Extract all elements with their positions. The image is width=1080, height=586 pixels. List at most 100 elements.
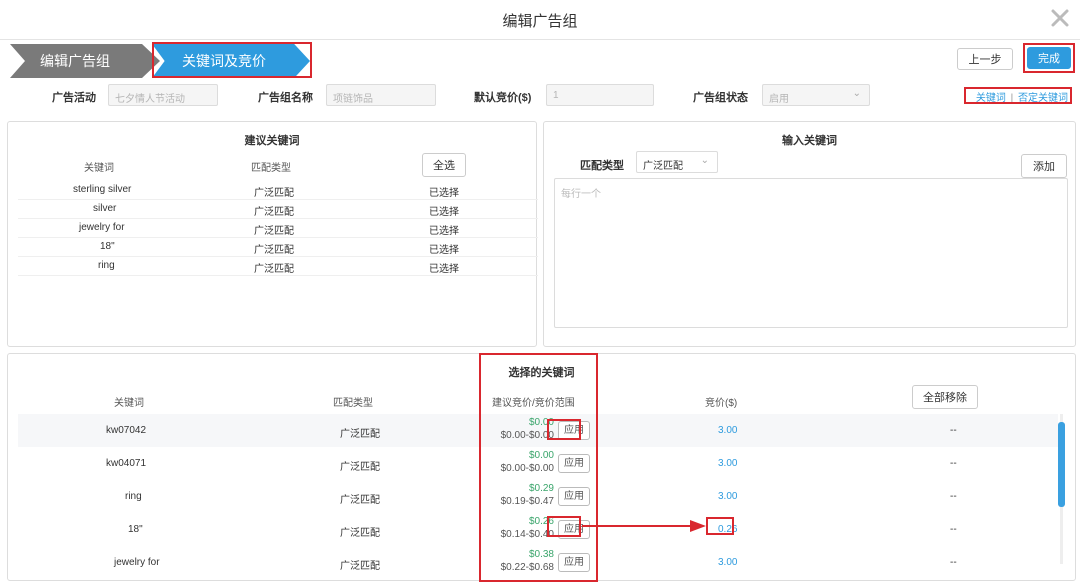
bid-range: $0.14-$0.40 — [500, 529, 554, 540]
table-row: 18" 广泛匹配 $0.26 $0.14-$0.40 应用 0.26 -- — [18, 513, 1058, 546]
row-action: -- — [950, 491, 957, 502]
add-button[interactable]: 添加 — [1021, 154, 1067, 178]
match-type: 广泛匹配 — [254, 226, 294, 237]
select-status[interactable]: 已选择 — [429, 222, 459, 237]
keyword: 18" — [100, 241, 115, 252]
select-status[interactable]: 已选择 — [429, 260, 459, 275]
row-action: -- — [950, 458, 957, 469]
table-row: ring 广泛匹配 $0.29 $0.19-$0.47 应用 3.00 -- — [18, 480, 1058, 513]
match-type: 广泛匹配 — [340, 429, 380, 440]
match-type: 广泛匹配 — [254, 207, 294, 218]
bid-value[interactable]: 3.00 — [718, 491, 737, 502]
close-icon[interactable] — [1048, 6, 1072, 30]
default-bid-label: 默认竞价($) — [474, 92, 532, 104]
keyword: ring — [98, 260, 115, 271]
match-type-select[interactable]: 广泛匹配 ⌄ — [636, 151, 718, 173]
status-label: 广告组状态 — [693, 92, 748, 104]
done-button[interactable]: 完成 — [1027, 47, 1071, 69]
match-type: 广泛匹配 — [340, 528, 380, 539]
match-type: 广泛匹配 — [254, 245, 294, 256]
table-row: jewelry for 广泛匹配 $0.38 $0.22-$0.68 应用 3.… — [18, 546, 1058, 579]
keyword: ring — [125, 491, 142, 502]
apply-button[interactable]: 应用 — [558, 487, 590, 506]
select-status[interactable]: 已选择 — [429, 241, 459, 256]
keyword: sterling silver — [73, 184, 132, 195]
selected-keywords-panel: 选择的关键词 关键词 匹配类型 建议竞价/竞价范围 竞价($) 全部移除 kw0… — [7, 353, 1076, 581]
status-select[interactable]: 启用 ⌄ — [762, 84, 870, 106]
keywords-textarea[interactable]: 每行一个 — [554, 178, 1068, 328]
link-separator: | — [1010, 93, 1014, 104]
negative-keywords-link[interactable]: 否定关键词 — [1018, 93, 1068, 104]
col-suggest: 建议竞价/竞价范围 — [492, 398, 575, 409]
keyword: jewelry for — [114, 557, 160, 568]
step-edit-group[interactable]: 编辑广告组 — [10, 44, 160, 78]
keyword: jewelry for — [79, 222, 125, 233]
keyword: 18" — [128, 524, 143, 535]
scrollbar-thumb[interactable] — [1058, 422, 1065, 507]
match-type-value: 广泛匹配 — [643, 161, 683, 172]
form-row: 广告活动 七夕情人节活动 广告组名称 项链饰品 默认竞价($) 1 广告组状态 … — [0, 84, 1080, 108]
apply-button[interactable]: 应用 — [558, 553, 590, 572]
col-match: 匹配类型 — [333, 398, 373, 409]
row-action: -- — [950, 425, 957, 436]
group-name-label: 广告组名称 — [258, 92, 313, 104]
list-item: ring 广泛匹配 已选择 — [18, 257, 538, 276]
apply-button[interactable]: 应用 — [558, 421, 590, 440]
list-item: jewelry for 广泛匹配 已选择 — [18, 219, 538, 238]
match-type: 广泛匹配 — [340, 462, 380, 473]
bid-value[interactable]: 3.00 — [718, 425, 737, 436]
row-action: -- — [950, 557, 957, 568]
suggested-keywords-panel: 建议关键词 关键词 匹配类型 全选 sterling silver 广泛匹配 已… — [7, 121, 538, 347]
suggested-title: 建议关键词 — [244, 135, 300, 147]
list-item: sterling silver 广泛匹配 已选择 — [18, 181, 538, 200]
campaign-field[interactable]: 七夕情人节活动 — [108, 84, 218, 106]
match-type: 广泛匹配 — [340, 561, 380, 572]
list-item: silver 广泛匹配 已选择 — [18, 200, 538, 219]
suggested-bid: $0.29 — [528, 483, 554, 494]
apply-button[interactable]: 应用 — [558, 454, 590, 473]
suggested-bid: $0.00 — [528, 417, 554, 428]
match-type: 广泛匹配 — [340, 495, 380, 506]
col-bid: 竞价($) — [705, 398, 738, 409]
suggested-bid: $0.00 — [528, 450, 554, 461]
bid-value[interactable]: 0.26 — [718, 524, 737, 535]
match-type-label: 匹配类型 — [580, 160, 624, 172]
dialog-title: 编辑广告组 — [502, 13, 578, 30]
input-keywords-panel: 输入关键词 匹配类型 广泛匹配 ⌄ 添加 每行一个 — [543, 121, 1076, 347]
bid-range: $0.22-$0.68 — [500, 562, 554, 573]
chevron-down-icon: ⌄ — [700, 155, 709, 166]
table-row: kw04071 广泛匹配 $0.00 $0.00-$0.00 应用 3.00 -… — [18, 447, 1058, 480]
list-item: 18" 广泛匹配 已选择 — [18, 238, 538, 257]
chevron-down-icon: ⌄ — [852, 88, 861, 99]
suggested-bid: $0.26 — [528, 516, 554, 527]
dialog-header: 编辑广告组 — [0, 0, 1080, 40]
input-title: 输入关键词 — [782, 135, 837, 147]
arrow-right-icon — [582, 520, 706, 532]
col-match: 匹配类型 — [251, 163, 291, 174]
group-name-field[interactable]: 项链饰品 — [326, 84, 436, 106]
match-type: 广泛匹配 — [254, 264, 294, 275]
table-row: kw07042 广泛匹配 $0.00 $0.00-$0.00 应用 3.00 -… — [18, 414, 1058, 447]
prev-button[interactable]: 上一步 — [957, 48, 1013, 70]
col-keyword: 关键词 — [114, 398, 144, 409]
remove-all-button[interactable]: 全部移除 — [912, 385, 978, 409]
scrollbar[interactable] — [1056, 414, 1066, 564]
bid-value[interactable]: 3.00 — [718, 458, 737, 469]
select-status[interactable]: 已选择 — [429, 203, 459, 218]
bid-range: $0.00-$0.00 — [500, 463, 554, 474]
select-all-button[interactable]: 全选 — [422, 153, 466, 177]
status-value: 启用 — [769, 94, 789, 105]
suggested-bid: $0.38 — [528, 549, 554, 560]
keywords-link[interactable]: 关键词 — [976, 93, 1006, 104]
keyword: kw04071 — [106, 458, 147, 469]
bid-value[interactable]: 3.00 — [718, 557, 737, 568]
row-action: -- — [950, 524, 957, 535]
match-type: 广泛匹配 — [254, 188, 294, 199]
keyword: kw07042 — [106, 425, 147, 436]
keyword: silver — [93, 203, 117, 214]
col-keyword: 关键词 — [84, 163, 114, 174]
default-bid-field[interactable]: 1 — [546, 84, 654, 106]
bid-range: $0.19-$0.47 — [500, 496, 554, 507]
select-status[interactable]: 已选择 — [429, 184, 459, 199]
step-keywords-bid[interactable]: 关键词及竞价 — [152, 44, 310, 78]
